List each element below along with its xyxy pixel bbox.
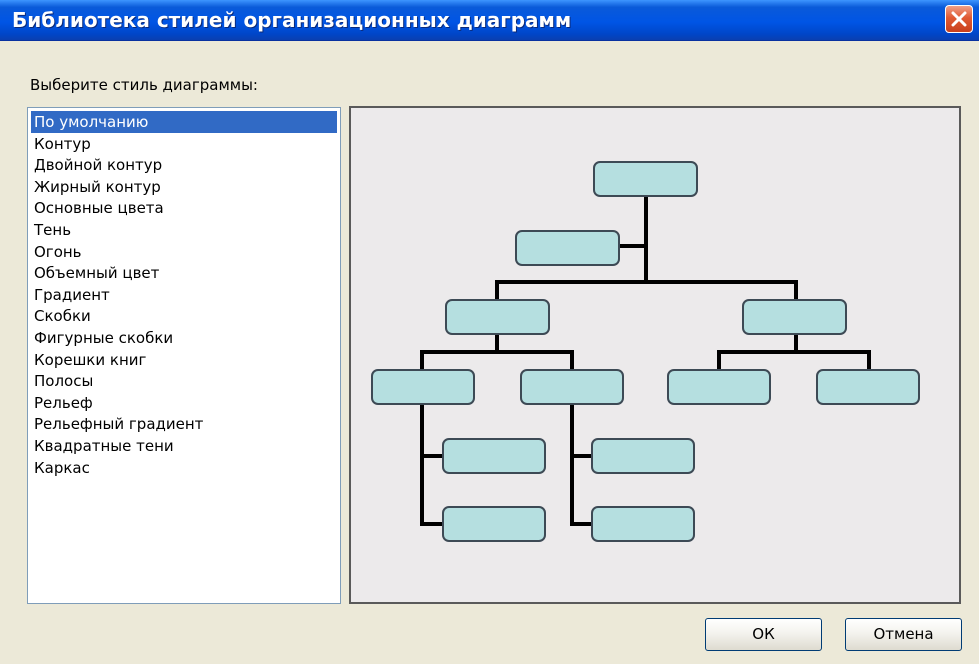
window-title: Библиотека стилей организационных диагра…: [12, 8, 572, 32]
title-bar: Библиотека стилей организационных диагра…: [0, 0, 979, 41]
org-chart-preview: [371, 161, 920, 542]
style-list-item[interactable]: Каркас: [31, 457, 90, 479]
style-prompt-label: Выберите стиль диаграммы:: [30, 76, 258, 94]
cancel-button[interactable]: Отмена: [845, 618, 962, 651]
style-list-item[interactable]: Огонь: [31, 241, 82, 263]
style-list-item[interactable]: Скобки: [31, 305, 91, 327]
style-list-item[interactable]: Жирный контур: [31, 176, 161, 198]
org-node-staff: [667, 369, 771, 405]
style-list-item[interactable]: Градиент: [31, 284, 110, 306]
style-list-item[interactable]: Рельефный градиент: [31, 413, 203, 435]
org-node-top: [593, 161, 698, 197]
style-listbox[interactable]: По умолчанию Контур Двойной контур Жирный к…: [27, 107, 341, 604]
style-list-item[interactable]: Тень: [31, 219, 71, 241]
style-list-item[interactable]: Основные цвета: [31, 197, 164, 219]
style-list-item[interactable]: Контур: [31, 133, 91, 155]
style-list-item[interactable]: Корешки книг: [31, 349, 146, 371]
org-node-manager: [742, 299, 847, 335]
ok-button[interactable]: ОК: [705, 618, 822, 651]
org-node-staff: [520, 369, 624, 405]
style-list-item[interactable]: Рельеф: [31, 392, 93, 414]
org-node-sub: [591, 506, 695, 542]
org-node-sub: [591, 438, 695, 474]
style-list-item[interactable]: Фигурные скобки: [31, 327, 173, 349]
close-button[interactable]: [945, 5, 973, 33]
org-node-sub: [442, 438, 546, 474]
org-node-sub: [442, 506, 546, 542]
style-list-item[interactable]: Двойной контур: [31, 154, 162, 176]
style-list-item[interactable]: Объемный цвет: [31, 262, 159, 284]
style-list-item[interactable]: Квадратные тени: [31, 435, 174, 457]
org-node-staff: [371, 369, 475, 405]
close-x-icon: [951, 11, 967, 27]
org-node-manager: [445, 299, 550, 335]
org-node-staff: [816, 369, 920, 405]
style-list-item[interactable]: Полосы: [31, 370, 93, 392]
org-node-assistant: [515, 230, 620, 266]
diagram-preview: [349, 106, 961, 604]
style-list-item[interactable]: По умолчанию: [31, 111, 337, 133]
